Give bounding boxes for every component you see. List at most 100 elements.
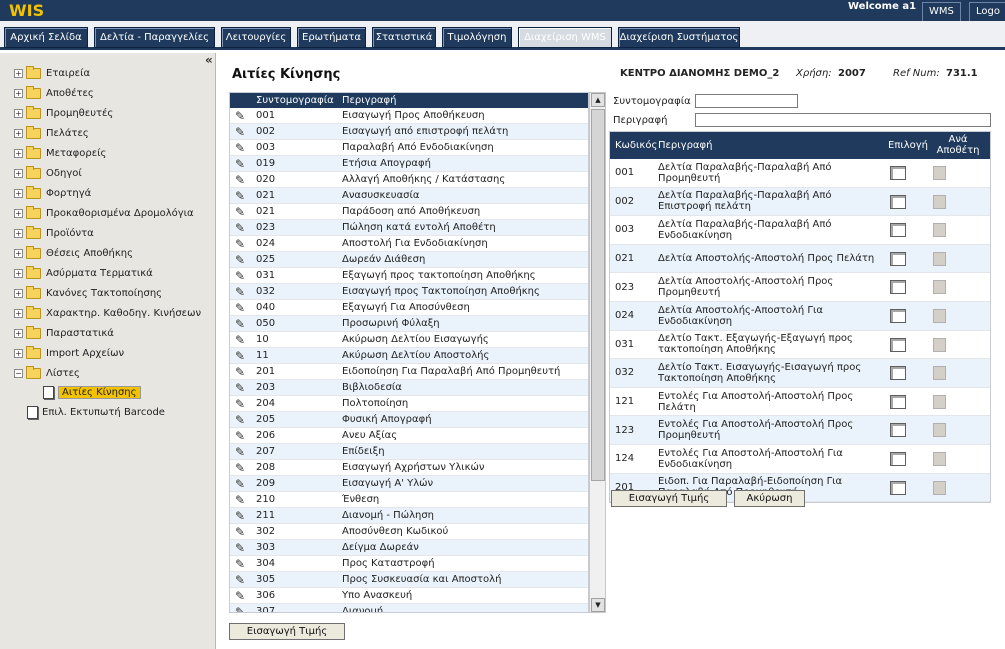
cancel-button[interactable]: Ακύρωση [734,490,805,507]
expand-icon[interactable]: + [14,308,23,318]
expand-icon[interactable]: + [14,228,23,238]
sidebar-item[interactable]: + Οδηγοί [14,164,82,182]
select-checkbox[interactable] [890,394,906,409]
table-row[interactable]: ✎ 209 Εισαγωγή Α' Υλών [230,476,588,492]
edit-pencil-icon[interactable]: ✎ [230,429,250,443]
table-row[interactable]: ✎ 208 Εισαγωγή Αχρήστων Υλικών [230,460,588,476]
edit-pencil-icon[interactable]: ✎ [230,589,250,603]
edit-pencil-icon[interactable]: ✎ [230,509,250,523]
table-row[interactable]: ✎ 021 Ανασυσκευασία [230,188,588,204]
col-description-header[interactable]: Περιγραφή [658,140,886,151]
table-row[interactable]: ✎ 207 Επίδειξη [230,444,588,460]
table-row[interactable]: ✎ 032 Εισαγωγή προς Τακτοποίηση Αποθήκης [230,284,588,300]
sidebar-item[interactable]: + Εταιρεία [14,64,90,82]
table-row[interactable]: ✎ 023 Πώληση κατά εντολή Αποθέτη [230,220,588,236]
col-select-header[interactable]: Επιλογή [888,140,928,151]
table-row[interactable]: ✎ 210 Ένθεση [230,492,588,508]
select-checkbox[interactable] [890,366,906,381]
expand-icon[interactable]: + [14,268,23,278]
edit-pencil-icon[interactable]: ✎ [230,109,250,123]
edit-pencil-icon[interactable]: ✎ [230,445,250,459]
expand-icon[interactable]: + [14,88,23,98]
expand-icon[interactable]: + [14,208,23,218]
edit-pencil-icon[interactable]: ✎ [230,237,250,251]
scroll-down-icon[interactable]: ▼ [591,598,605,612]
col-desc-header[interactable]: Περιγραφή [338,95,588,106]
table-row[interactable]: ✎ 001 Εισαγωγή Προς Αποθήκευση [230,108,588,124]
nav-wms-admin[interactable]: Διαχείριση WMS [518,27,612,48]
col-code-header[interactable]: Κωδικός [610,140,658,151]
abbrev-input[interactable] [695,94,798,108]
sidebar-item-barcode-printer[interactable]: Επιλ. Εκτυπωτή Barcode [27,403,165,421]
edit-pencil-icon[interactable]: ✎ [230,541,250,555]
edit-pencil-icon[interactable]: ✎ [230,333,250,347]
insert-value-button-right[interactable]: Εισαγωγή Τιμής [611,490,727,507]
edit-pencil-icon[interactable]: ✎ [230,317,250,331]
select-checkbox[interactable] [890,423,906,438]
edit-pencil-icon[interactable]: ✎ [230,525,250,539]
nav-operations[interactable]: Λειτουργίες [221,27,291,48]
select-checkbox[interactable] [890,280,906,295]
table-row[interactable]: ✎ 302 Αποσύνθεση Κωδικού [230,524,588,540]
scroll-up-icon[interactable]: ▲ [591,93,605,107]
nav-statistics[interactable]: Στατιστικά [372,27,436,48]
col-per-depositor-header[interactable]: Ανά Αποθέτη [928,134,988,156]
edit-pencil-icon[interactable]: ✎ [230,157,250,171]
edit-pencil-icon[interactable]: ✎ [230,397,250,411]
sidebar-item[interactable]: + Πελάτες [14,124,89,142]
select-checkbox[interactable] [890,166,906,180]
expand-icon[interactable]: + [14,288,23,298]
expand-icon[interactable]: + [14,188,23,198]
edit-pencil-icon[interactable]: ✎ [230,493,250,507]
expand-icon[interactable]: + [14,68,23,78]
edit-pencil-icon[interactable]: ✎ [230,573,250,587]
nav-documents-orders[interactable]: Δελτία - Παραγγελίες [94,27,215,48]
edit-pencil-icon[interactable]: ✎ [230,301,250,315]
table-row[interactable]: ✎ 205 Φυσική Απογραφή [230,412,588,428]
table-row[interactable]: ✎ 304 Προς Καταστροφή [230,556,588,572]
table-row[interactable]: ✎ 020 Αλλαγή Αποθήκης / Κατάστασης [230,172,588,188]
select-checkbox[interactable] [890,251,906,266]
col-abbrev-header[interactable]: Συντομογραφία [250,95,338,106]
expand-icon[interactable]: + [14,328,23,338]
table-row[interactable]: ✎ 306 Υπο Ανασκευή [230,588,588,604]
edit-pencil-icon[interactable]: ✎ [230,285,250,299]
sidebar-item[interactable]: + Χαρακτηρ. Καθοδηγ. Κινήσεων [14,304,201,322]
tab-logout[interactable]: Logo [969,2,1005,21]
edit-pencil-icon[interactable]: ✎ [230,269,250,283]
edit-pencil-icon[interactable]: ✎ [230,413,250,427]
table-row[interactable]: ✎ 031 Εξαγωγή προς τακτοποίηση Αποθήκης [230,268,588,284]
sidebar-item[interactable]: + Προϊόντα [14,224,94,242]
table-row[interactable]: ✎ 021 Παράδοση από Αποθήκευση [230,204,588,220]
table-row[interactable]: ✎ 002 Εισαγωγή από επιστροφή πελάτη [230,124,588,140]
table-row[interactable]: ✎ 305 Προς Συσκευασία και Αποστολή [230,572,588,588]
sidebar-item[interactable]: + Ασύρματα Τερματικά [14,264,153,282]
sidebar-item[interactable]: + Φορτηγά [14,184,91,202]
collapse-icon[interactable]: « [205,53,213,67]
edit-pencil-icon[interactable]: ✎ [230,365,250,379]
sidebar-item[interactable]: + Μεταφορείς [14,144,106,162]
sidebar-item[interactable]: + Προμηθευτές [14,104,113,122]
edit-pencil-icon[interactable]: ✎ [230,461,250,475]
table-row[interactable]: ✎ 025 Δωρεάν Διάθεση [230,252,588,268]
edit-pencil-icon[interactable]: ✎ [230,141,250,155]
nav-home[interactable]: Αρχική Σελίδα [4,27,88,48]
select-checkbox[interactable] [890,223,906,238]
table-row[interactable]: ✎ 050 Προσωρινή Φύλαξη [230,316,588,332]
table-row[interactable]: ✎ 10 Ακύρωση Δελτίου Εισαγωγής [230,332,588,348]
expand-icon[interactable]: − [14,368,23,378]
table-row[interactable]: ✎ 201 Ειδοποίηση Για Παραλαβή Από Προμηθευ… [230,364,588,380]
edit-pencil-icon[interactable]: ✎ [230,221,250,235]
table-row[interactable]: ✎ 211 Διανομή - Πώληση [230,508,588,524]
tab-wms[interactable]: WMS [922,2,961,21]
edit-pencil-icon[interactable]: ✎ [230,605,250,613]
scroll-thumb[interactable] [591,109,605,481]
table-row[interactable]: ✎ 040 Εξαγωγή Για Αποσύνθεση [230,300,588,316]
nav-system-admin[interactable]: Διαχείριση Συστήματος [618,27,740,48]
table-row[interactable]: ✎ 204 Πολτοποίηση [230,396,588,412]
select-checkbox[interactable] [890,194,906,209]
edit-pencil-icon[interactable]: ✎ [230,205,250,219]
insert-value-button-left[interactable]: Εισαγωγή Τιμής [229,623,345,640]
edit-pencil-icon[interactable]: ✎ [230,253,250,267]
table-row[interactable]: ✎ 303 Δείγμα Δωρεάν [230,540,588,556]
